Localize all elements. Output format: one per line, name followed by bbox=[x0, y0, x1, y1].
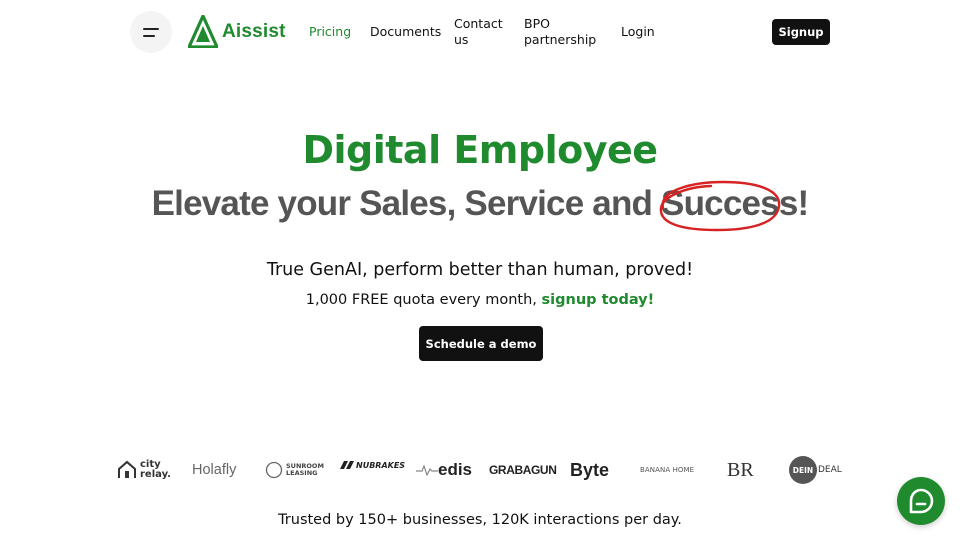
deal-text: DEAL bbox=[818, 465, 842, 475]
city-relay-line2: relay. bbox=[140, 469, 171, 480]
logo-edis: edis bbox=[416, 456, 472, 484]
brand-logo[interactable]: Aissist bbox=[188, 15, 286, 48]
triangle-logo-icon bbox=[188, 15, 218, 48]
brand-name: Aissist bbox=[222, 20, 286, 42]
logo-grabagun: GRABAGUN bbox=[489, 456, 557, 484]
banana-home-text: BANANA HOME bbox=[640, 466, 695, 474]
br-text: BR bbox=[727, 458, 754, 481]
grabagun-text: GRABAGUN bbox=[489, 463, 557, 477]
byte-text: Byte bbox=[570, 459, 610, 480]
nav-contact-us[interactable]: Contact us bbox=[454, 16, 503, 48]
nav-pricing[interactable]: Pricing bbox=[309, 24, 351, 40]
hero-subtitle: Elevate your Sales, Service and Success! bbox=[0, 180, 960, 232]
nav-documents[interactable]: Documents bbox=[370, 24, 441, 40]
sun-circle-icon bbox=[265, 461, 283, 479]
house-icon bbox=[118, 460, 136, 478]
menu-icon bbox=[143, 27, 159, 30]
signup-today-link[interactable]: signup today! bbox=[542, 292, 655, 308]
logo-nubrakes: NUBRAKES bbox=[340, 457, 405, 473]
logo-sunroom-leasing: SUNROOM LEASING bbox=[265, 456, 324, 484]
nubrakes-text: NUBRAKES bbox=[356, 460, 406, 470]
subtitle-highlight: Success bbox=[659, 180, 798, 232]
trusted-by-text: Trusted by 150+ businesses, 120K interac… bbox=[278, 512, 682, 528]
signup-button[interactable]: Signup bbox=[772, 19, 830, 45]
chat-icon bbox=[909, 488, 934, 514]
highlight-word: Success bbox=[661, 184, 798, 223]
nav-bpo-partnership[interactable]: BPO partnership bbox=[524, 16, 596, 48]
holafly-text: Holafly bbox=[192, 462, 237, 478]
edis-text: edis bbox=[438, 460, 473, 479]
menu-button[interactable] bbox=[130, 11, 172, 53]
quota-text: 1,000 FREE quota every month, bbox=[305, 292, 542, 308]
hero-tagline: True GenAI, perform better than human, p… bbox=[266, 260, 694, 280]
nav-login[interactable]: Login bbox=[621, 24, 655, 40]
logo-byte: Byte bbox=[570, 456, 609, 484]
logo-city-relay: city relay. bbox=[117, 456, 171, 484]
nubrakes-mark-icon bbox=[340, 461, 354, 469]
logo-holafly: Holafly bbox=[192, 456, 236, 484]
logo-banana-home: BANANA HOME bbox=[640, 456, 694, 484]
hero-title: Digital Employee bbox=[302, 128, 658, 172]
quota-line: 1,000 FREE quota every month, signup tod… bbox=[0, 292, 960, 308]
schedule-demo-button[interactable]: Schedule a demo bbox=[419, 326, 543, 361]
chat-button[interactable] bbox=[897, 477, 945, 525]
sunroom-line2: LEASING bbox=[286, 469, 318, 477]
logo-br: BR bbox=[727, 456, 754, 484]
pulse-line-icon bbox=[416, 464, 438, 476]
logo-dein-deal: DEIN DEAL bbox=[789, 456, 842, 484]
dein-badge: DEIN bbox=[789, 456, 817, 484]
subtitle-prefix: Elevate your Sales, Service and bbox=[151, 184, 662, 223]
subtitle-suffix: ! bbox=[797, 184, 810, 223]
